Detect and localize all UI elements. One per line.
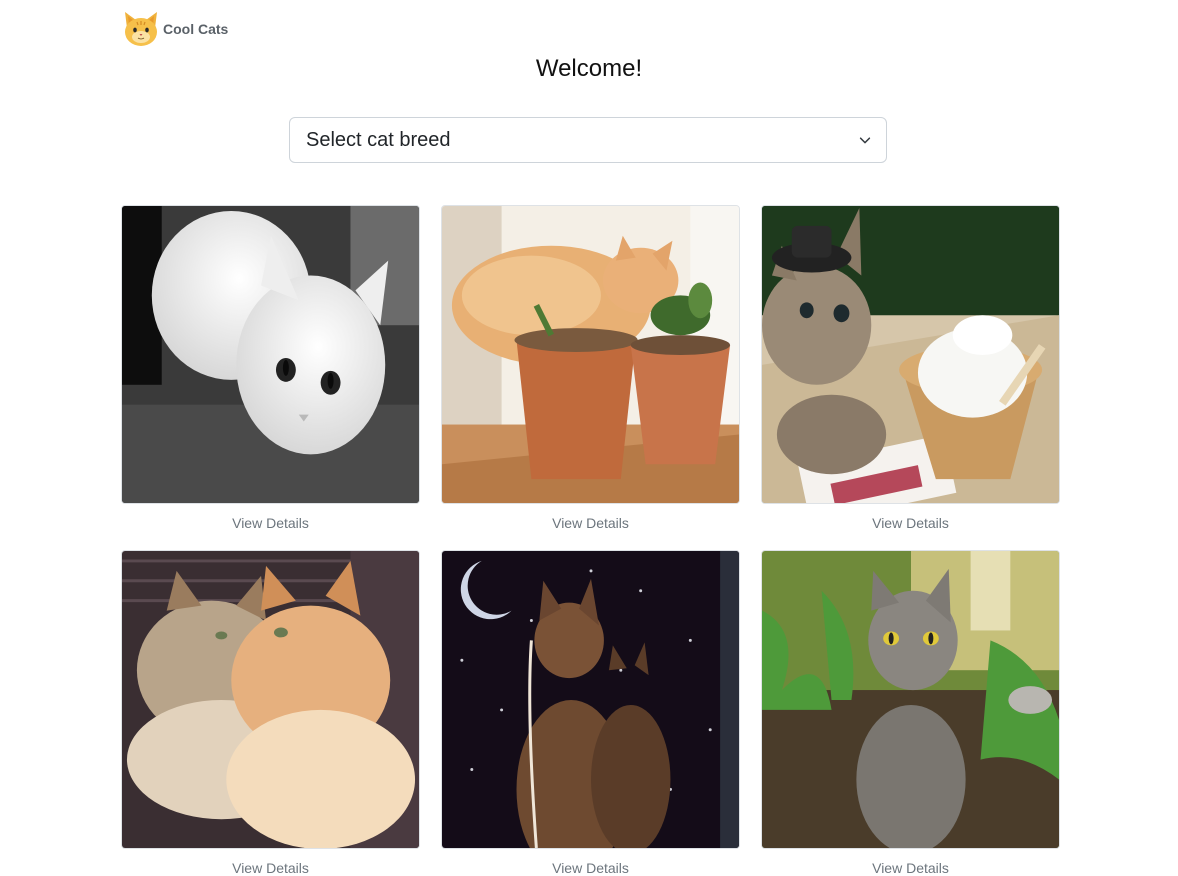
welcome-heading: Welcome!: [535, 55, 643, 82]
cat-card: View Details: [441, 205, 740, 531]
cat-face-icon: [125, 12, 157, 46]
cats-night-moon-photo[interactable]: [441, 550, 740, 849]
view-details-link[interactable]: View Details: [761, 860, 1060, 876]
cat-card: View Details: [121, 550, 420, 876]
view-details-link[interactable]: View Details: [121, 860, 420, 876]
two-fluffy-kittens-photo[interactable]: [121, 550, 420, 849]
chevron-down-icon: [859, 137, 871, 144]
view-details-link[interactable]: View Details: [441, 860, 740, 876]
view-details-link[interactable]: View Details: [441, 515, 740, 531]
gray-cat-garden-photo[interactable]: [761, 550, 1060, 849]
cat-card: View Details: [761, 205, 1060, 531]
breed-select-value: Select cat breed: [306, 128, 451, 151]
view-details-link[interactable]: View Details: [761, 515, 1060, 531]
kitten-hat-ice-cream-photo[interactable]: [761, 205, 1060, 504]
cat-card: View Details: [441, 550, 740, 876]
breed-select[interactable]: Select cat breed: [289, 117, 887, 163]
orange-cat-plant-pots-photo[interactable]: [441, 205, 740, 504]
white-cat-photo[interactable]: [121, 205, 420, 504]
brand[interactable]: Cool Cats: [121, 8, 228, 48]
cat-card: View Details: [761, 550, 1060, 876]
view-details-link[interactable]: View Details: [121, 515, 420, 531]
brand-name: Cool Cats: [163, 21, 229, 37]
cat-card: View Details: [121, 205, 420, 531]
